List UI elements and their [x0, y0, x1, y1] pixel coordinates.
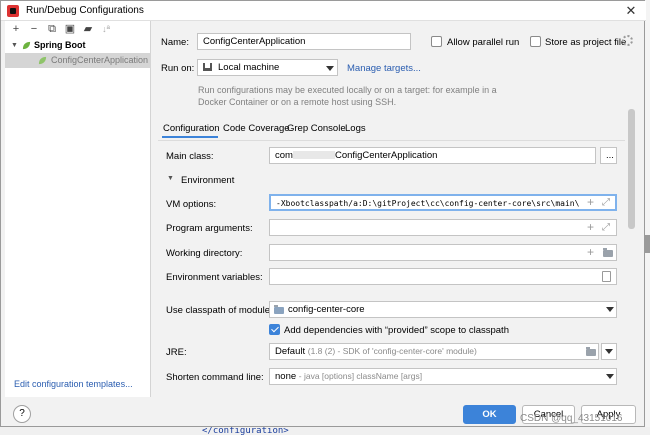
- allow-parallel-label: Allow parallel run: [447, 37, 520, 48]
- spring-boot-icon: [22, 41, 31, 50]
- environment-variables-label: Environment variables:: [166, 272, 263, 283]
- expand-icon[interactable]: ⤢: [602, 220, 610, 235]
- run-on-value: Local machine: [218, 62, 280, 73]
- classpath-module-value: config-center-core: [288, 304, 365, 315]
- add-icon[interactable]: +: [9, 22, 23, 36]
- vm-options-input[interactable]: -Xbootclasspath/a:D:\gitProject\cc\confi…: [269, 194, 617, 211]
- classpath-module-label: Use classpath of module:: [166, 305, 273, 316]
- main-class-browse-button[interactable]: ...: [600, 147, 617, 164]
- chevron-down-icon[interactable]: ▼: [167, 175, 174, 182]
- jre-input[interactable]: Default (1.8 (2) - SDK of 'config-center…: [269, 343, 599, 360]
- title-bar: Run/Debug Configurations ✕: [1, 1, 646, 21]
- chevron-down-icon[interactable]: [606, 374, 614, 379]
- working-directory-label: Working directory:: [166, 248, 243, 259]
- name-label: Name:: [161, 37, 189, 48]
- store-as-file-label: Store as project file: [545, 37, 627, 48]
- background-right-marker: [645, 235, 650, 253]
- add-icon[interactable]: +: [587, 245, 594, 260]
- jre-detail: (1.8 (2) - SDK of 'config-center-core' m…: [307, 346, 477, 356]
- add-dependencies-checkbox[interactable]: [269, 324, 280, 335]
- working-directory-input[interactable]: [269, 244, 617, 261]
- active-tab-indicator: [162, 136, 218, 138]
- environment-section-label: Environment: [181, 175, 235, 186]
- configuration-tree-panel: + − ⧉ ▣ ▰ ↓ª ▼ Spring Boot ConfigCenterA…: [5, 21, 151, 397]
- gear-icon[interactable]: [622, 35, 633, 46]
- run-on-label: Run on:: [161, 63, 195, 74]
- main-class-input[interactable]: com ConfigCenterApplication: [269, 147, 596, 164]
- tree-item-configcenterapplication[interactable]: ConfigCenterApplication: [5, 53, 151, 68]
- manage-targets-link[interactable]: Manage targets...: [347, 63, 421, 74]
- folder-icon[interactable]: [586, 347, 596, 356]
- background-right-edge: [645, 0, 650, 427]
- close-button[interactable]: ✕: [621, 3, 641, 19]
- tree-group-spring-boot[interactable]: ▼ Spring Boot: [5, 38, 151, 53]
- background-code-text: </configuration>: [202, 426, 289, 435]
- program-arguments-input[interactable]: [269, 219, 617, 236]
- main-class-value: ConfigCenterApplication: [334, 150, 438, 161]
- shorten-detail: - java [options] className [args]: [298, 371, 423, 381]
- help-button[interactable]: ?: [13, 405, 31, 423]
- name-input[interactable]: ConfigCenterApplication: [197, 33, 411, 50]
- chevron-down-icon[interactable]: [606, 307, 614, 312]
- classpath-module-select[interactable]: config-center-core: [269, 301, 617, 318]
- csdn-watermark: CSDN @qq_43151016: [520, 413, 623, 424]
- spring-boot-app-icon: [38, 56, 47, 65]
- main-class-prefix: com: [275, 150, 293, 161]
- home-icon: [203, 63, 212, 71]
- sort-icon[interactable]: ↓ª: [99, 22, 113, 36]
- jre-label: JRE:: [166, 347, 187, 358]
- add-icon[interactable]: +: [587, 220, 594, 235]
- tree-group-label: Spring Boot: [34, 40, 86, 50]
- expand-icon[interactable]: ⤢: [602, 195, 610, 210]
- document-icon[interactable]: [602, 271, 611, 282]
- intellij-app-icon: [7, 5, 19, 17]
- window-title: Run/Debug Configurations: [26, 5, 144, 16]
- vm-options-label: VM options:: [166, 199, 217, 210]
- add-dependencies-label: Add dependencies with “provided” scope t…: [284, 325, 509, 336]
- tab-code-coverage[interactable]: Code Coverage: [223, 123, 290, 134]
- shorten-value: none: [275, 371, 297, 382]
- chevron-down-icon[interactable]: ▼: [11, 38, 18, 53]
- edit-templates-link[interactable]: Edit configuration templates...: [14, 379, 133, 389]
- folder-icon[interactable]: ▰: [81, 22, 95, 36]
- copy-icon[interactable]: ⧉: [45, 22, 59, 36]
- tree-item-label: ConfigCenterApplication: [51, 55, 149, 65]
- chevron-down-icon[interactable]: [326, 66, 334, 71]
- jre-value: Default: [275, 346, 306, 357]
- remove-icon[interactable]: −: [27, 22, 41, 36]
- save-icon[interactable]: ▣: [63, 22, 77, 36]
- chevron-down-icon[interactable]: [605, 349, 613, 354]
- shorten-command-line-label: Shorten command line:: [166, 372, 264, 383]
- allow-parallel-checkbox[interactable]: [431, 36, 442, 47]
- ok-button[interactable]: OK: [463, 405, 516, 424]
- store-as-file-checkbox[interactable]: [530, 36, 541, 47]
- folder-icon[interactable]: [603, 248, 613, 257]
- program-arguments-label: Program arguments:: [166, 223, 253, 234]
- environment-variables-input[interactable]: [269, 268, 617, 285]
- tab-grep-console[interactable]: Grep Console: [287, 123, 346, 134]
- module-folder-icon: [274, 305, 284, 314]
- run-on-help-text: Run configurations may be executed local…: [198, 85, 497, 107]
- tab-configuration[interactable]: Configuration: [163, 123, 220, 134]
- main-class-label: Main class:: [166, 151, 214, 162]
- run-debug-dialog: Run/Debug Configurations ✕ + − ⧉ ▣ ▰ ↓ª …: [0, 0, 646, 427]
- tab-logs[interactable]: Logs: [345, 123, 366, 134]
- shorten-command-line-select[interactable]: none - java [options] className [args]: [269, 368, 617, 385]
- add-icon[interactable]: +: [587, 195, 594, 210]
- background-editor-strip: [0, 427, 650, 435]
- vertical-scrollbar[interactable]: [628, 109, 635, 229]
- redacted-region: [292, 151, 335, 160]
- run-on-select[interactable]: Local machine: [197, 59, 338, 76]
- tree-toolbar: + − ⧉ ▣ ▰ ↓ª: [5, 21, 151, 37]
